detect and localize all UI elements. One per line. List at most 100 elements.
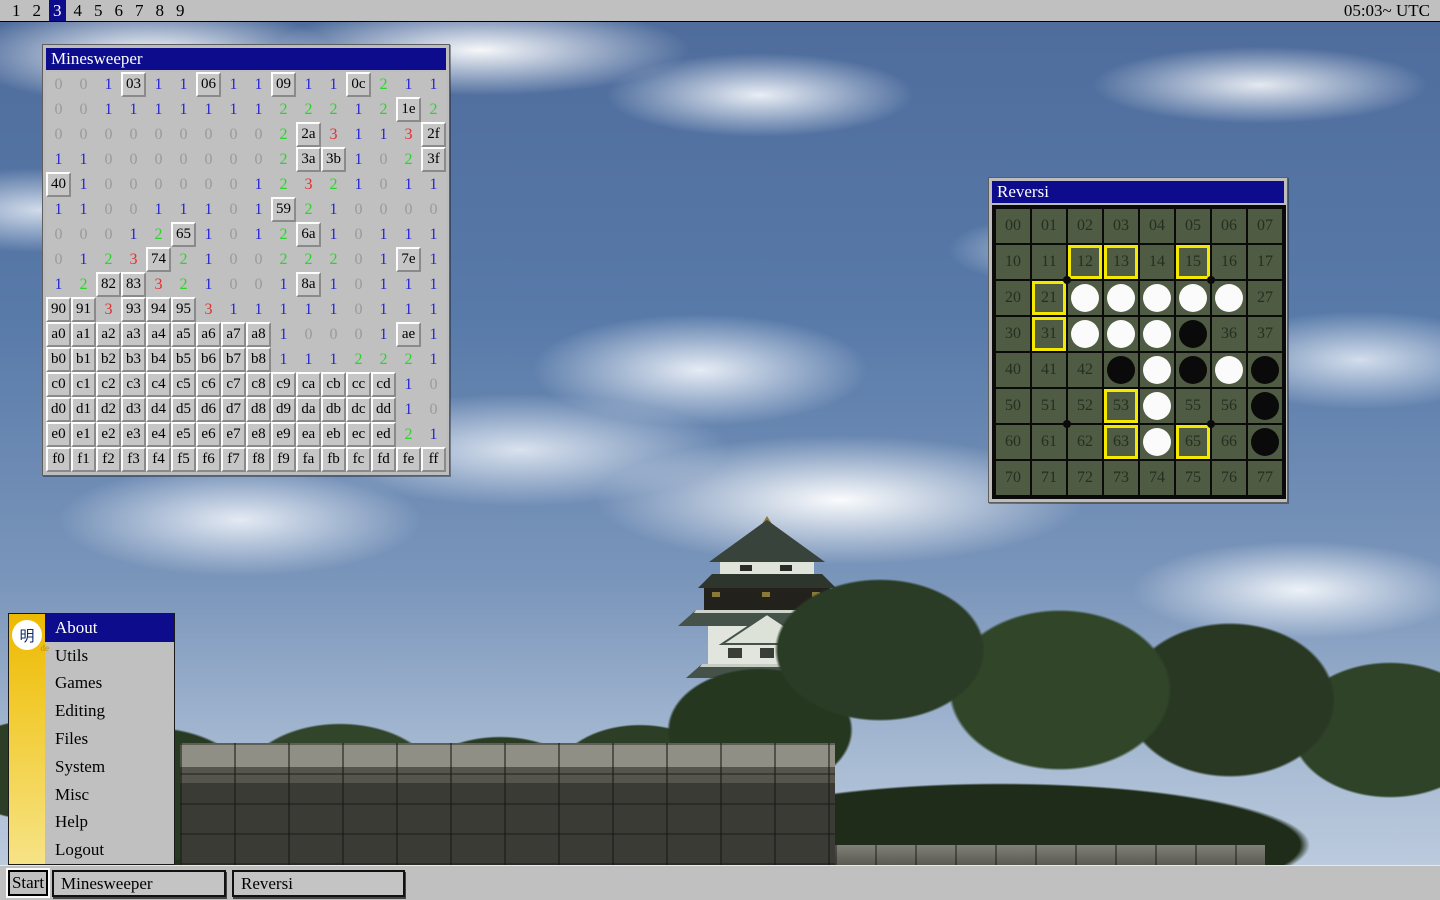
start-button[interactable]: Start xyxy=(8,870,48,896)
reversi-cell-22[interactable] xyxy=(1068,281,1102,315)
mine-covered-cell-7e[interactable]: 7e xyxy=(396,247,421,272)
mine-covered-cell-2a[interactable]: 2a xyxy=(296,122,321,147)
reversi-cell-43[interactable] xyxy=(1104,353,1138,387)
mine-covered-cell-90[interactable]: 90 xyxy=(46,297,71,322)
mine-covered-cell-c5[interactable]: c5 xyxy=(171,372,196,397)
menu-item-files[interactable]: Files xyxy=(45,725,174,753)
mine-covered-cell-da[interactable]: da xyxy=(296,397,321,422)
mine-covered-cell-3b[interactable]: 3b xyxy=(321,147,346,172)
reversi-cell-37[interactable]: 37 xyxy=(1248,317,1282,351)
reversi-cell-03[interactable]: 03 xyxy=(1104,209,1138,243)
mine-covered-cell-f3[interactable]: f3 xyxy=(121,447,146,472)
mine-covered-cell-e5[interactable]: e5 xyxy=(171,422,196,447)
reversi-cell-73[interactable]: 73 xyxy=(1104,461,1138,495)
mine-covered-cell-fd[interactable]: fd xyxy=(371,447,396,472)
reversi-cell-21[interactable]: 21 xyxy=(1032,281,1066,315)
mine-covered-cell-f7[interactable]: f7 xyxy=(221,447,246,472)
reversi-cell-30[interactable]: 30 xyxy=(996,317,1030,351)
reversi-cell-24[interactable] xyxy=(1140,281,1174,315)
mine-covered-cell-f0[interactable]: f0 xyxy=(46,447,71,472)
reversi-cell-45[interactable] xyxy=(1176,353,1210,387)
mine-covered-cell-c3[interactable]: c3 xyxy=(121,372,146,397)
mine-covered-cell-a7[interactable]: a7 xyxy=(221,322,246,347)
mine-covered-cell-b4[interactable]: b4 xyxy=(146,347,171,372)
workspace-8[interactable]: 8 xyxy=(152,0,169,21)
mine-covered-cell-d9[interactable]: d9 xyxy=(271,397,296,422)
mine-covered-cell-eb[interactable]: eb xyxy=(321,422,346,447)
reversi-cell-47[interactable] xyxy=(1248,353,1282,387)
mine-covered-cell-f4[interactable]: f4 xyxy=(146,447,171,472)
reversi-cell-51[interactable]: 51 xyxy=(1032,389,1066,423)
menu-item-logout[interactable]: Logout xyxy=(45,836,174,864)
reversi-cell-20[interactable]: 20 xyxy=(996,281,1030,315)
mine-covered-cell-d6[interactable]: d6 xyxy=(196,397,221,422)
mine-covered-cell-c9[interactable]: c9 xyxy=(271,372,296,397)
reversi-cell-07[interactable]: 07 xyxy=(1248,209,1282,243)
mine-covered-cell-59[interactable]: 59 xyxy=(271,197,296,222)
mine-covered-cell-ec[interactable]: ec xyxy=(346,422,371,447)
mine-covered-cell-f5[interactable]: f5 xyxy=(171,447,196,472)
mine-covered-cell-a2[interactable]: a2 xyxy=(96,322,121,347)
reversi-cell-31[interactable]: 31 xyxy=(1032,317,1066,351)
reversi-cell-63[interactable]: 63 xyxy=(1104,425,1138,459)
menu-item-system[interactable]: System xyxy=(45,753,174,781)
reversi-cell-25[interactable] xyxy=(1176,281,1210,315)
menu-item-editing[interactable]: Editing xyxy=(45,697,174,725)
mine-covered-cell-d1[interactable]: d1 xyxy=(71,397,96,422)
mine-covered-cell-e3[interactable]: e3 xyxy=(121,422,146,447)
menu-item-misc[interactable]: Misc xyxy=(45,781,174,809)
mine-covered-cell-a3[interactable]: a3 xyxy=(121,322,146,347)
mine-covered-cell-c8[interactable]: c8 xyxy=(246,372,271,397)
mine-covered-cell-a0[interactable]: a0 xyxy=(46,322,71,347)
reversi-cell-40[interactable]: 40 xyxy=(996,353,1030,387)
mine-covered-cell-d5[interactable]: d5 xyxy=(171,397,196,422)
menu-item-help[interactable]: Help xyxy=(45,808,174,836)
mine-covered-cell-a4[interactable]: a4 xyxy=(146,322,171,347)
mine-covered-cell-e6[interactable]: e6 xyxy=(196,422,221,447)
mine-covered-cell-74[interactable]: 74 xyxy=(146,247,171,272)
minesweeper-titlebar[interactable]: Minesweeper xyxy=(46,48,446,70)
mine-covered-cell-e8[interactable]: e8 xyxy=(246,422,271,447)
reversi-cell-14[interactable]: 14 xyxy=(1140,245,1174,279)
reversi-cell-17[interactable]: 17 xyxy=(1248,245,1282,279)
reversi-cell-50[interactable]: 50 xyxy=(996,389,1030,423)
reversi-cell-04[interactable]: 04 xyxy=(1140,209,1174,243)
mine-covered-cell-f1[interactable]: f1 xyxy=(71,447,96,472)
mine-covered-cell-ca[interactable]: ca xyxy=(296,372,321,397)
mine-covered-cell-40[interactable]: 40 xyxy=(46,172,71,197)
mine-covered-cell-f8[interactable]: f8 xyxy=(246,447,271,472)
reversi-cell-27[interactable]: 27 xyxy=(1248,281,1282,315)
mine-covered-cell-e2[interactable]: e2 xyxy=(96,422,121,447)
workspace-3[interactable]: 3 xyxy=(49,0,66,21)
reversi-cell-60[interactable]: 60 xyxy=(996,425,1030,459)
reversi-cell-65[interactable]: 65 xyxy=(1176,425,1210,459)
mine-covered-cell-ae[interactable]: ae xyxy=(396,322,421,347)
reversi-cell-64[interactable] xyxy=(1140,425,1174,459)
reversi-cell-05[interactable]: 05 xyxy=(1176,209,1210,243)
mine-covered-cell-fa[interactable]: fa xyxy=(296,447,321,472)
reversi-cell-56[interactable]: 56 xyxy=(1212,389,1246,423)
workspace-6[interactable]: 6 xyxy=(111,0,128,21)
reversi-cell-26[interactable] xyxy=(1212,281,1246,315)
reversi-cell-42[interactable]: 42 xyxy=(1068,353,1102,387)
mine-covered-cell-1e[interactable]: 1e xyxy=(396,97,421,122)
reversi-cell-44[interactable] xyxy=(1140,353,1174,387)
mine-covered-cell-fb[interactable]: fb xyxy=(321,447,346,472)
reversi-cell-57[interactable] xyxy=(1248,389,1282,423)
reversi-cell-12[interactable]: 12 xyxy=(1068,245,1102,279)
mine-covered-cell-82[interactable]: 82 xyxy=(96,272,121,297)
mine-covered-cell-c7[interactable]: c7 xyxy=(221,372,246,397)
mine-covered-cell-a1[interactable]: a1 xyxy=(71,322,96,347)
reversi-cell-54[interactable] xyxy=(1140,389,1174,423)
task-button-reversi[interactable]: Reversi xyxy=(232,870,405,897)
reversi-cell-02[interactable]: 02 xyxy=(1068,209,1102,243)
reversi-cell-71[interactable]: 71 xyxy=(1032,461,1066,495)
mine-covered-cell-a8[interactable]: a8 xyxy=(246,322,271,347)
mine-covered-cell-e0[interactable]: e0 xyxy=(46,422,71,447)
menu-item-games[interactable]: Games xyxy=(45,670,174,698)
reversi-cell-16[interactable]: 16 xyxy=(1212,245,1246,279)
reversi-cell-34[interactable] xyxy=(1140,317,1174,351)
mine-covered-cell-c6[interactable]: c6 xyxy=(196,372,221,397)
mine-covered-cell-6a[interactable]: 6a xyxy=(296,222,321,247)
reversi-cell-55[interactable]: 55 xyxy=(1176,389,1210,423)
